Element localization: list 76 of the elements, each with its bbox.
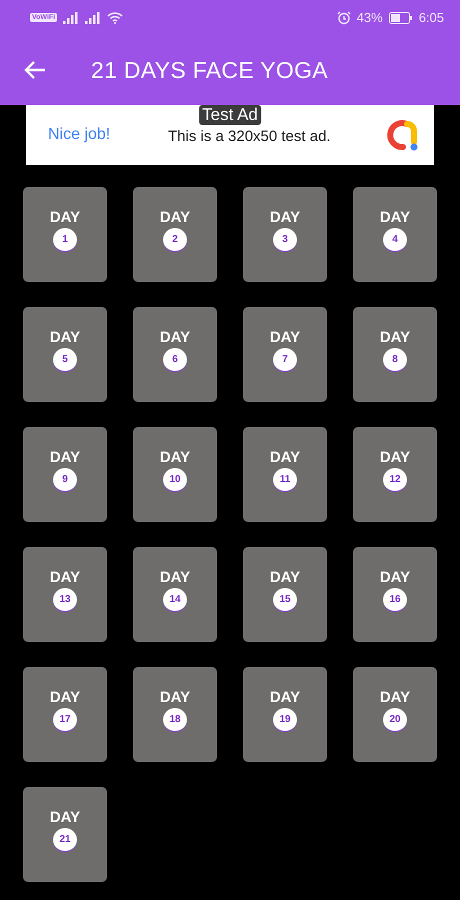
day-label: DAY: [50, 809, 80, 826]
clock-time: 6:05: [418, 10, 444, 25]
signal-icon: [63, 12, 80, 24]
day-number: 7: [273, 348, 297, 372]
day-card[interactable]: DAY 2: [133, 187, 217, 282]
day-card[interactable]: DAY 3: [243, 187, 327, 282]
day-card[interactable]: DAY 20: [353, 667, 437, 762]
day-card[interactable]: DAY 9: [23, 427, 107, 522]
day-label: DAY: [270, 689, 300, 706]
day-number: 20: [383, 708, 407, 732]
day-label: DAY: [50, 569, 80, 586]
day-number: 17: [53, 708, 77, 732]
day-label: DAY: [380, 329, 410, 346]
day-card[interactable]: DAY 15: [243, 547, 327, 642]
day-number: 5: [53, 348, 77, 372]
day-card[interactable]: DAY 19: [243, 667, 327, 762]
day-label: DAY: [50, 449, 80, 466]
signal-icon: [85, 12, 102, 24]
day-number: 2: [163, 228, 187, 252]
ad-text: This is a 320x50 test ad.: [168, 128, 332, 144]
day-number: 16: [383, 588, 407, 612]
ad-headline: Nice job!: [48, 126, 112, 144]
day-card[interactable]: DAY 14: [133, 547, 217, 642]
day-label: DAY: [270, 209, 300, 226]
test-ad-label: Test Ad: [199, 105, 261, 125]
day-label: DAY: [50, 209, 80, 226]
day-number: 10: [163, 468, 187, 492]
back-arrow-icon[interactable]: [24, 60, 46, 80]
day-label: DAY: [270, 569, 300, 586]
wifi-icon: [107, 12, 124, 24]
day-label: DAY: [380, 569, 410, 586]
day-number: 15: [273, 588, 297, 612]
day-label: DAY: [160, 569, 190, 586]
day-number: 18: [163, 708, 187, 732]
day-number: 9: [53, 468, 77, 492]
day-card[interactable]: DAY 17: [23, 667, 107, 762]
day-card[interactable]: DAY 18: [133, 667, 217, 762]
day-number: 21: [53, 828, 77, 852]
app-title: 21 DAYS FACE YOGA: [91, 56, 328, 84]
day-number: 6: [163, 348, 187, 372]
day-label: DAY: [270, 449, 300, 466]
day-label: DAY: [50, 689, 80, 706]
day-card[interactable]: DAY 1: [23, 187, 107, 282]
day-number: 11: [273, 468, 297, 492]
ad-logo-icon: [386, 118, 420, 152]
alarm-icon: [336, 10, 351, 24]
day-card[interactable]: DAY 13: [23, 547, 107, 642]
day-card[interactable]: DAY 21: [23, 787, 107, 882]
day-label: DAY: [380, 689, 410, 706]
day-card[interactable]: DAY 6: [133, 307, 217, 402]
day-number: 8: [383, 348, 407, 372]
day-label: DAY: [50, 329, 80, 346]
day-number: 14: [163, 588, 187, 612]
day-label: DAY: [380, 449, 410, 466]
battery-percent: 43%: [356, 10, 383, 25]
day-label: DAY: [160, 449, 190, 466]
day-number: 19: [273, 708, 297, 732]
day-label: DAY: [380, 209, 410, 226]
day-number: 4: [383, 228, 407, 252]
day-card[interactable]: DAY 12: [353, 427, 437, 522]
day-card[interactable]: DAY 7: [243, 307, 327, 402]
battery-icon: [388, 12, 413, 24]
day-card[interactable]: DAY 16: [353, 547, 437, 642]
day-card[interactable]: DAY 4: [353, 187, 437, 282]
day-card[interactable]: DAY 5: [23, 307, 107, 402]
day-label: DAY: [160, 329, 190, 346]
day-card[interactable]: DAY 10: [133, 427, 217, 522]
day-number: 3: [273, 228, 297, 252]
day-label: DAY: [270, 329, 300, 346]
day-number: 12: [383, 468, 407, 492]
day-card[interactable]: DAY 8: [353, 307, 437, 402]
day-card[interactable]: DAY 11: [243, 427, 327, 522]
day-label: DAY: [160, 689, 190, 706]
day-label: DAY: [160, 209, 190, 226]
day-number: 1: [53, 228, 77, 252]
day-number: 13: [53, 588, 77, 612]
